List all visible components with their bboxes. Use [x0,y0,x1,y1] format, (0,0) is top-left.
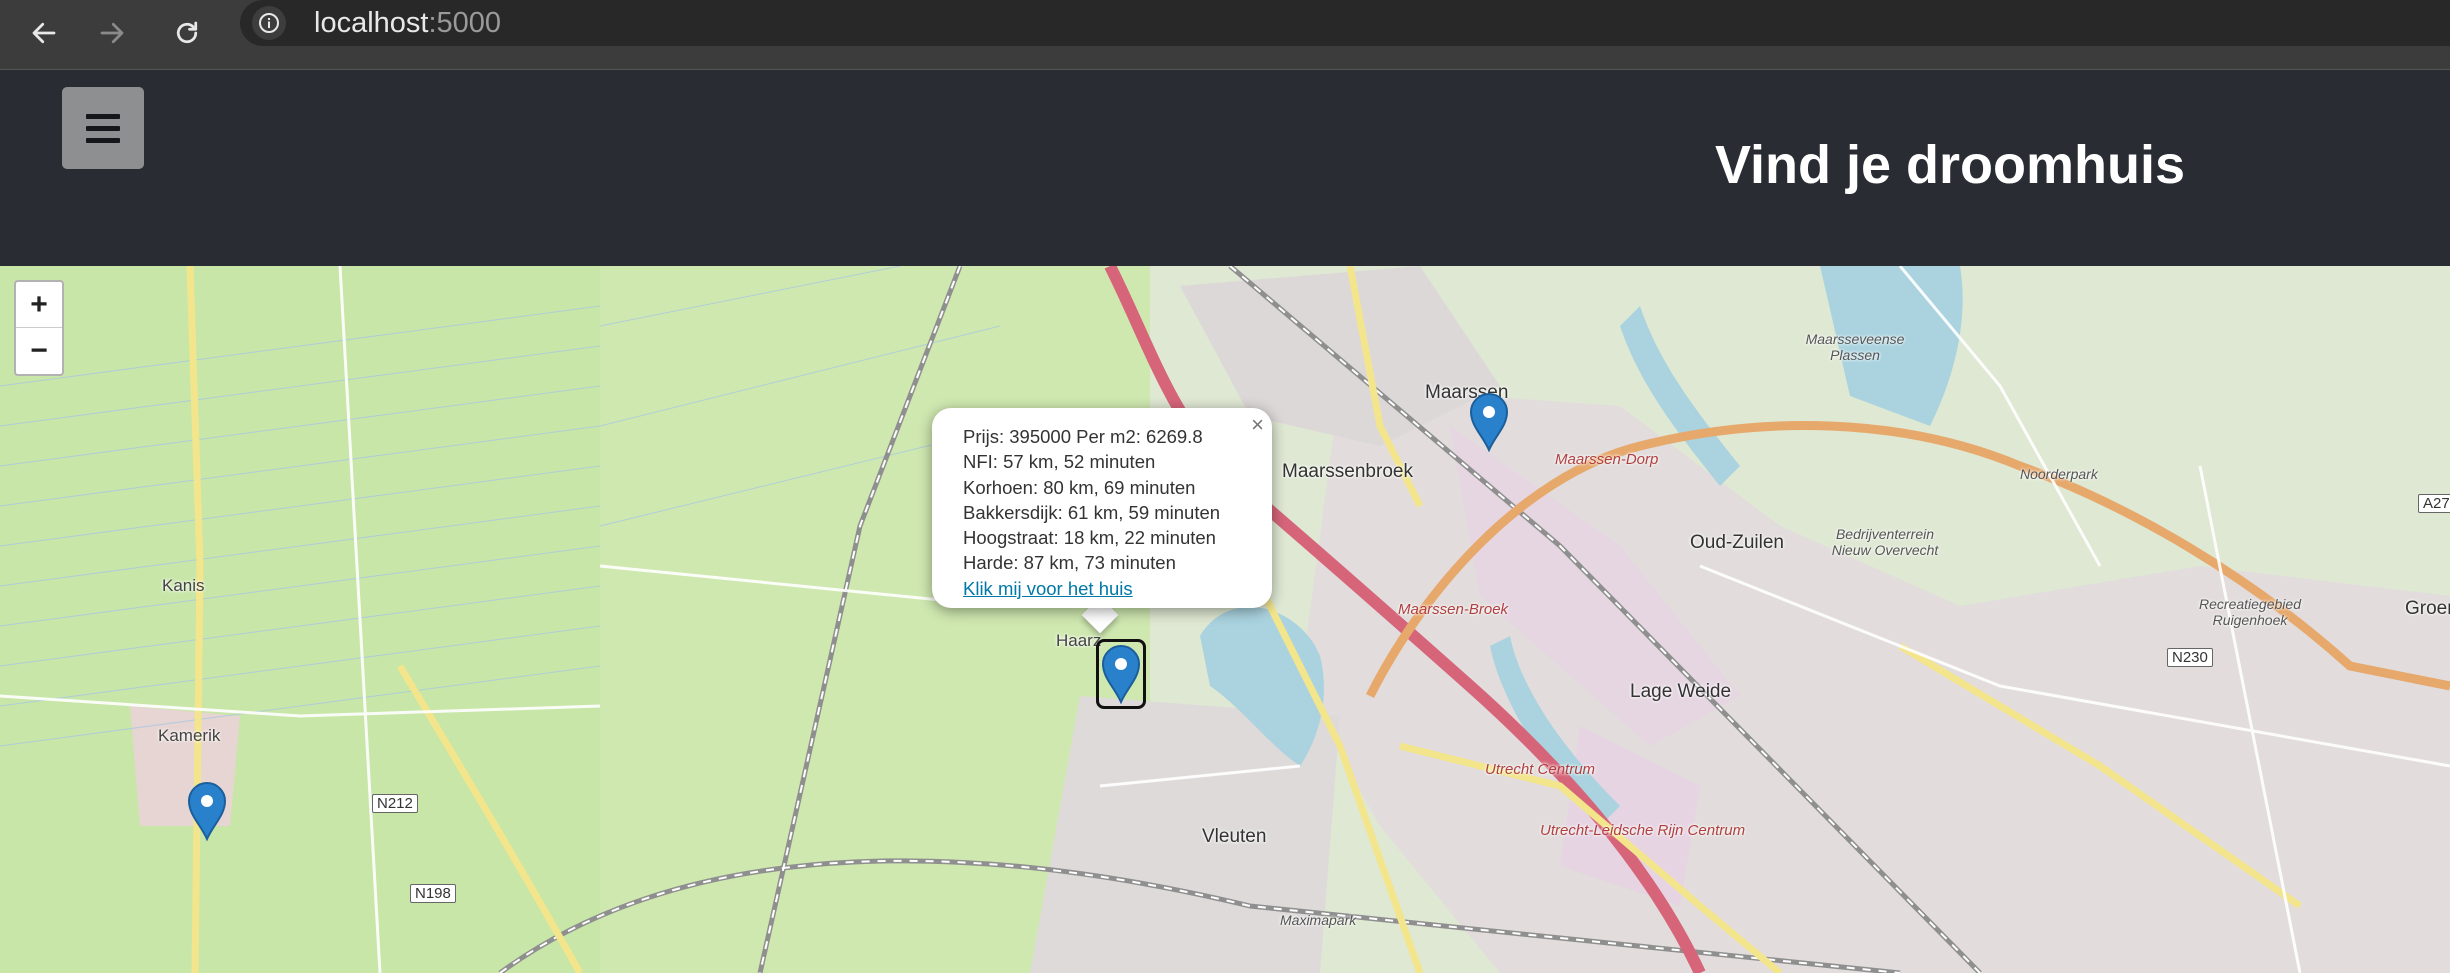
place-label: Vleuten [1202,826,1267,847]
house-popup: × Prijs: 395000 Per m2: 6269.8 NFI: 57 k… [932,408,1272,608]
house-link[interactable]: Klik mij voor het huis [963,578,1133,599]
map-marker-icon[interactable] [187,781,227,842]
road-shield: N230 [2167,648,2213,667]
place-label: Oud-Zuilen [1690,532,1784,553]
reload-icon [176,21,198,44]
address-bar[interactable]: localhost:5000 [240,0,2450,46]
map-marker-icon[interactable] [1096,639,1146,709]
app-header: Vind je droomhuis [0,70,2450,266]
url-port: :5000 [428,7,502,39]
road-shield: N212 [372,794,418,813]
close-icon[interactable]: × [1251,414,1264,436]
place-label: Haarz [1056,631,1102,650]
map-tiles [0,266,2450,973]
place-label: Maarssenbroek [1282,461,1413,482]
popup-line-distance: Bakkersdijk: 61 km, 59 minuten [963,501,1221,523]
popup-content: Prijs: 395000 Per m2: 6269.8 NFI: 57 km,… [963,424,1220,601]
page-title: Vind je droomhuis [1715,135,2186,195]
browser-toolbar: localhost:5000 [0,0,2450,70]
road-shield: N198 [410,884,456,903]
place-label: Noorderpark [2020,466,2098,482]
popup-line-distance: Hoogstraat: 18 km, 22 minuten [963,527,1216,549]
popup-line-distance: Harde: 87 km, 73 minuten [963,552,1176,574]
back-button[interactable] [21,10,67,56]
forward-button[interactable] [89,10,135,56]
place-label: Kanis [162,576,205,595]
menu-button[interactable] [62,87,144,169]
zoom-in-button[interactable]: + [16,282,62,328]
place-label: Groene [2405,598,2450,619]
url-text: localhost:5000 [314,6,501,40]
station-label: Maarssen-Dorp [1555,451,1659,468]
map-marker-icon[interactable] [1469,392,1509,453]
place-label: Bedrijventerrein Nieuw Overvecht [1831,526,1939,558]
place-label: Lage Weide [1630,681,1732,702]
info-icon[interactable] [252,6,286,40]
zoom-control: + − [14,280,64,376]
place-label: Maarsseveense Plassen [1805,331,1905,363]
reload-button[interactable] [164,10,210,56]
place-label: Kamerik [158,726,221,745]
place-label: Maximapark [1280,912,1357,928]
station-label: Utrecht-Leidsche Rijn Centrum [1540,822,1746,839]
arrow-right-icon [100,22,124,44]
arrow-left-icon [32,22,56,44]
station-label: Utrecht Centrum [1485,761,1596,778]
map[interactable]: Maarssen Maarssenbroek Oud-Zuilen Kanis … [0,266,2450,973]
popup-line-distance: NFI: 57 km, 52 minuten [963,451,1156,473]
road-shield: A27 [2418,494,2450,513]
popup-line-price: Prijs: 395000 Per m2: 6269.8 [963,426,1203,447]
station-label: Maarssen-Broek [1398,601,1509,618]
popup-line-distance: Korhoen: 80 km, 69 minuten [963,476,1196,498]
hamburger-icon [86,113,120,143]
place-label: Recreatiegebied Ruigenhoek [2199,596,2301,628]
zoom-out-button[interactable]: − [16,328,62,373]
url-host: localhost [314,7,429,39]
